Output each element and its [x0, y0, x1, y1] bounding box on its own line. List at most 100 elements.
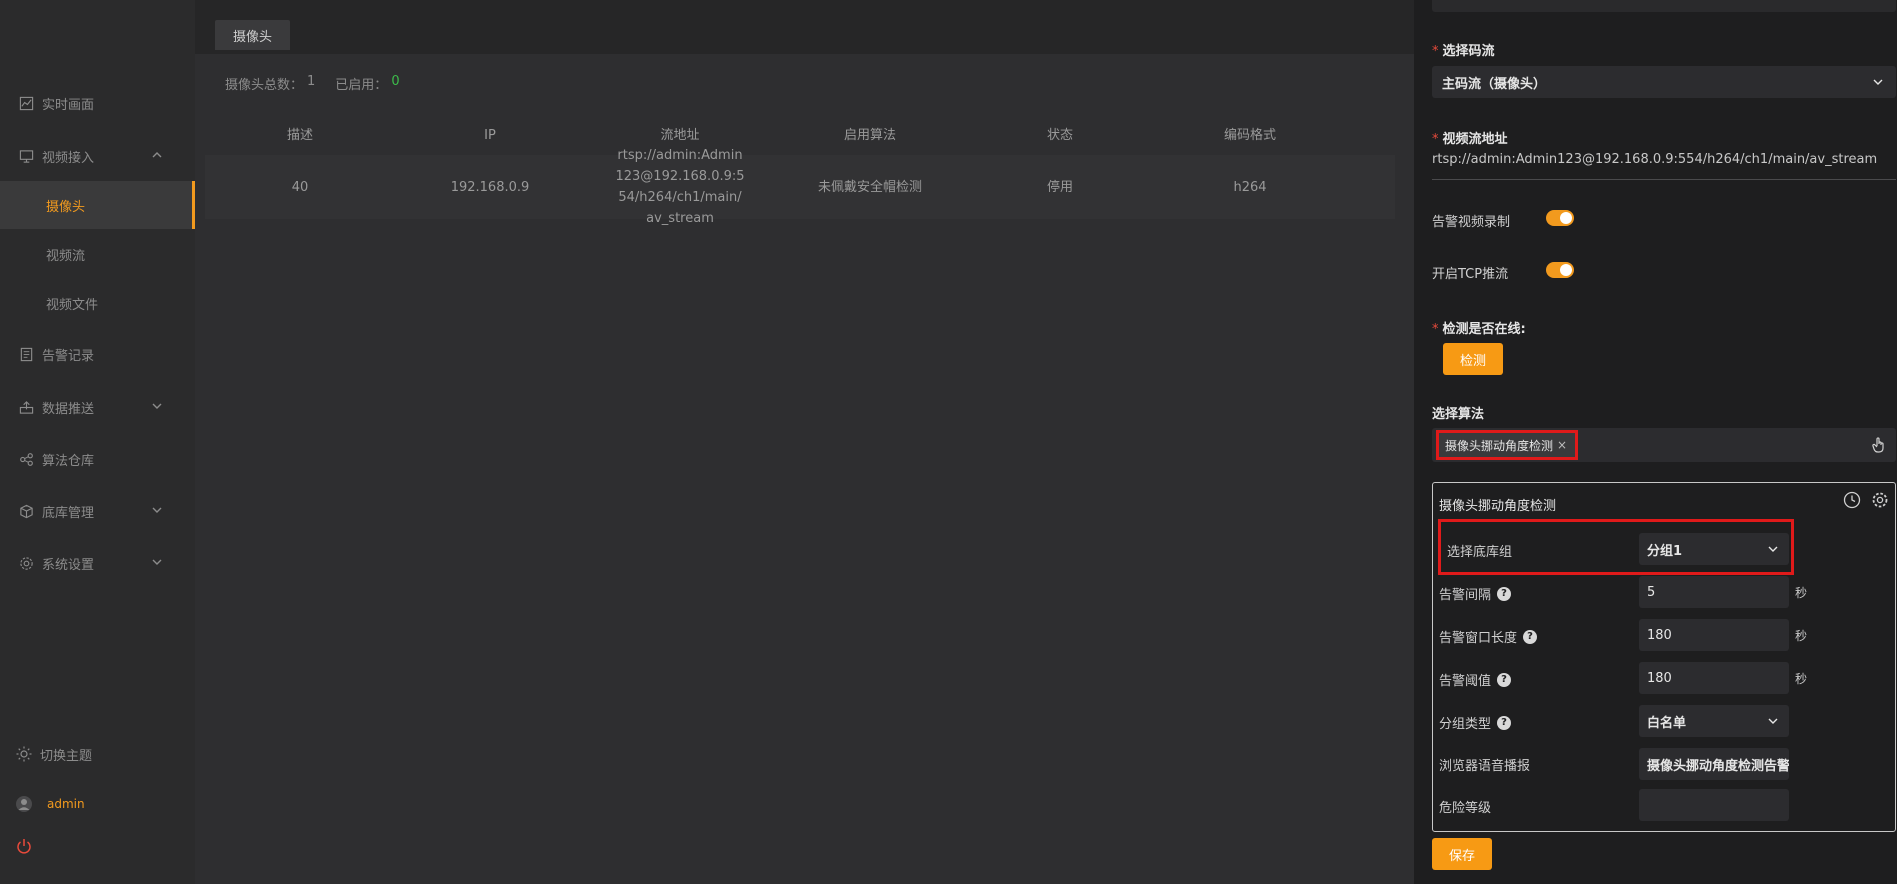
sidebar: 实时画面 视频接入 摄像头 视频流 视频文件 告警记录 数据推送 算法仓库 底库… — [0, 0, 195, 884]
sidebar-item-alarm-records[interactable]: 告警记录 — [0, 332, 195, 376]
threshold-unit: 秒 — [1795, 672, 1808, 686]
sidebar-item-realtime[interactable]: 实时画面 — [0, 81, 195, 125]
tcp-push-label: 开启TCP推流 — [1432, 266, 1509, 282]
sun-icon — [16, 746, 32, 762]
sidebar-subitem-video-stream[interactable]: 视频流 — [0, 230, 195, 278]
main-content: 摄像头 摄像头总数： 1 已启用： 0 描述 IP 流地址 启用算法 状态 编码… — [195, 0, 1414, 884]
chevron-down-icon — [151, 504, 163, 516]
threshold-label: 告警阈值 ? — [1439, 670, 1512, 689]
algorithm-tag-label: 摄像头挪动角度检测 — [1445, 438, 1554, 453]
interval-input[interactable]: 5 — [1639, 576, 1789, 608]
danger-level-input[interactable] — [1639, 789, 1789, 821]
help-icon[interactable]: ? — [1497, 586, 1512, 601]
top-field-partial[interactable] — [1432, 0, 1896, 12]
help-icon[interactable]: ? — [1523, 629, 1538, 644]
table-header: 描述 IP 流地址 启用算法 状态 编码格式 — [205, 115, 1395, 155]
check-button-label: 检测 — [1459, 353, 1486, 369]
header-encoding: 编码格式 — [1223, 127, 1276, 143]
config-tools — [1843, 491, 1889, 509]
chevron-down-icon — [151, 400, 163, 412]
sidebar-item-video-access[interactable]: 视频接入 — [0, 134, 195, 178]
voice-label: 浏览器语音播报 — [1439, 755, 1530, 774]
sidebar-item-system-settings[interactable]: 系统设置 — [0, 541, 195, 585]
chart-line-icon — [18, 95, 34, 111]
stream-label: * 选择码流 — [1432, 40, 1495, 59]
voice-label-text: 浏览器语音播报 — [1439, 759, 1531, 774]
alarm-record-toggle[interactable] — [1546, 210, 1574, 226]
app-window: 实时画面 视频接入 摄像头 视频流 视频文件 告警记录 数据推送 算法仓库 底库… — [0, 0, 1897, 884]
group-select[interactable]: 分组1 — [1639, 533, 1789, 565]
tab-bar: 摄像头 — [195, 0, 1414, 54]
chevron-down-icon — [151, 556, 163, 568]
avatar-icon — [15, 795, 33, 813]
cell-encoding: h264 — [1233, 179, 1267, 195]
sidebar-subitem-video-file[interactable]: 视频文件 — [0, 279, 195, 327]
edit-drawer: * 选择码流 主码流（摄像头） * 视频流地址 rtsp://admin:Admin… — [1414, 0, 1897, 884]
gear-icon[interactable] — [1871, 491, 1889, 509]
upload-icon — [18, 399, 34, 415]
stream-select-value: 主码流（摄像头） — [1442, 76, 1547, 92]
document-icon — [18, 346, 34, 362]
total-value: 1 — [307, 74, 316, 89]
sidebar-item-label: 算法仓库 — [42, 453, 95, 469]
monitor-icon — [18, 148, 34, 164]
cell-description: 40 — [291, 179, 309, 195]
window-label: 告警窗口长度 ? — [1439, 627, 1538, 646]
group-type-label-text: 分组类型 — [1439, 717, 1492, 732]
chevron-up-icon — [151, 149, 163, 161]
threshold-input[interactable]: 180 — [1639, 662, 1789, 694]
save-button[interactable]: 保存 — [1432, 838, 1492, 870]
sidebar-item-algorithm-store[interactable]: 算法仓库 — [0, 437, 195, 481]
stream-label-text: 选择码流 — [1442, 44, 1495, 59]
table-row[interactable]: 40 192.168.0.9 rtsp://admin:Admin123@192… — [205, 148, 1395, 226]
close-icon[interactable]: × — [1557, 438, 1567, 452]
url-label-text: 视频流地址 — [1442, 132, 1508, 147]
stream-url-input[interactable]: rtsp://admin:Admin123@192.168.0.9:554/h2… — [1432, 152, 1896, 180]
online-check-label: * 检测是否在线: — [1432, 318, 1526, 337]
camera-table: 描述 IP 流地址 启用算法 状态 编码格式 40 192.168.0.9 rt… — [205, 115, 1395, 226]
chevron-down-icon — [1872, 76, 1884, 88]
interval-label: 告警间隔 ? — [1439, 584, 1512, 603]
tcp-push-toggle[interactable] — [1546, 262, 1574, 278]
theme-toggle[interactable]: 切换主题 — [0, 736, 195, 772]
algorithm-label: 选择算法 — [1432, 407, 1485, 422]
sidebar-item-library-management[interactable]: 底库管理 — [0, 489, 195, 533]
tab-camera[interactable]: 摄像头 — [215, 20, 291, 50]
help-icon[interactable]: ? — [1497, 672, 1512, 687]
user-profile[interactable]: admin — [0, 786, 195, 822]
threshold-label-text: 告警阈值 — [1439, 674, 1492, 689]
header-description: 描述 — [286, 127, 313, 143]
url-label: * 视频流地址 — [1432, 128, 1508, 147]
enabled-value: 0 — [391, 74, 400, 89]
save-button-label: 保存 — [1448, 848, 1475, 864]
interval-unit: 秒 — [1795, 586, 1808, 600]
cube-icon — [18, 503, 34, 519]
user-name: admin — [47, 797, 85, 811]
required-mark: * — [1432, 322, 1439, 337]
algorithm-tag: 摄像头挪动角度检测 × — [1436, 430, 1579, 460]
window-label-text: 告警窗口长度 — [1439, 631, 1518, 646]
group-type-label: 分组类型 ? — [1439, 713, 1512, 732]
stream-select[interactable]: 主码流（摄像头） — [1432, 66, 1896, 98]
logout-button[interactable] — [0, 828, 195, 864]
sidebar-item-label: 底库管理 — [42, 505, 95, 521]
theme-toggle-label: 切换主题 — [40, 748, 93, 764]
sidebar-item-data-push[interactable]: 数据推送 — [0, 385, 195, 429]
group-type-select[interactable]: 白名单 — [1639, 705, 1789, 737]
required-mark: * — [1432, 44, 1439, 59]
cell-status: 停用 — [1046, 179, 1073, 195]
header-enabled-algorithm: 启用算法 — [843, 127, 896, 143]
algorithm-select[interactable]: 摄像头挪动角度检测 × — [1432, 428, 1896, 462]
help-icon[interactable]: ? — [1497, 715, 1512, 730]
sidebar-item-label: 视频接入 — [42, 150, 95, 166]
algorithm-config-panel: 摄像头挪动角度检测 选择底库组 分组1 告警间隔 ? 5 秒 告警窗口长度 ? … — [1432, 482, 1896, 832]
voice-input[interactable]: 摄像头挪动角度检测告警 — [1639, 748, 1789, 780]
check-button[interactable]: 检测 — [1443, 343, 1503, 375]
interval-label-text: 告警间隔 — [1439, 588, 1492, 603]
sidebar-subitem-camera[interactable]: 摄像头 — [0, 181, 195, 229]
total-label: 摄像头总数： — [225, 78, 304, 93]
clock-icon[interactable] — [1843, 491, 1861, 509]
window-input[interactable]: 180 — [1639, 619, 1789, 651]
gear-icon — [18, 555, 34, 571]
danger-label: 危险等级 — [1439, 797, 1491, 816]
